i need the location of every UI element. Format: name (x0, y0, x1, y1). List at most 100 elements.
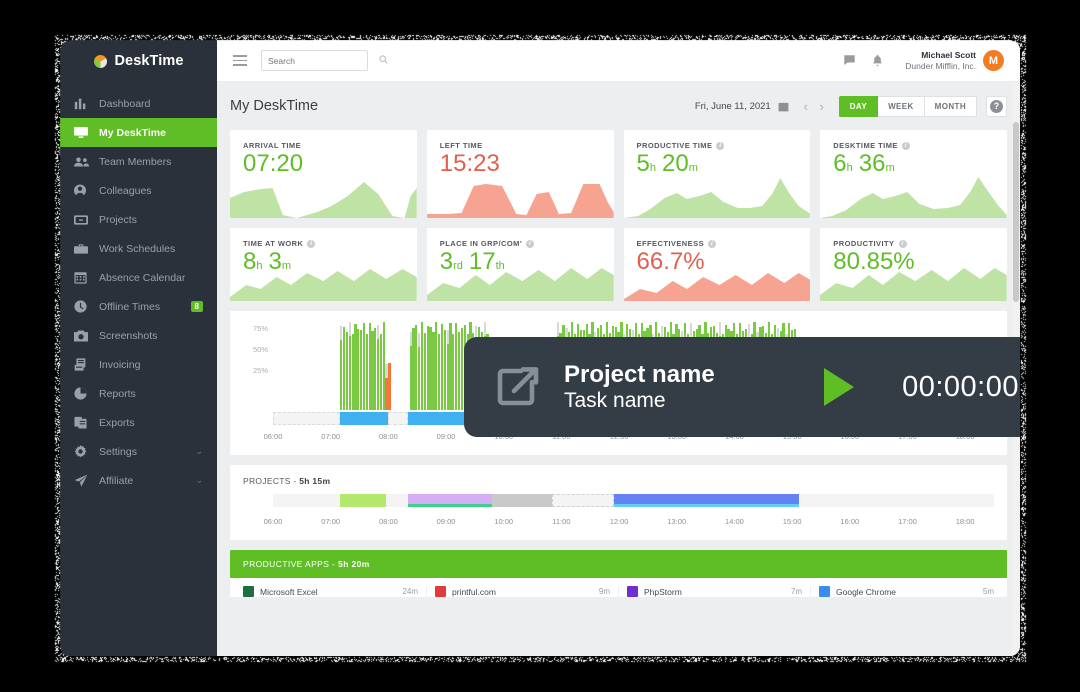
external-link-icon[interactable] (494, 363, 542, 411)
sidebar-item-colleagues[interactable]: Colleagues (60, 176, 217, 205)
sidebar-item-work-schedules[interactable]: Work Schedules (60, 234, 217, 263)
desktime-logo-icon (93, 54, 108, 69)
info-icon[interactable]: i (716, 142, 724, 150)
invoice-icon (74, 358, 91, 371)
chart-y-tick: 50% (253, 345, 268, 354)
bell-icon[interactable] (872, 54, 883, 67)
user-menu[interactable]: Michael Scott Dunder Mifflin, Inc. M (905, 50, 1004, 71)
app-item[interactable]: PhpStorm7m (619, 586, 811, 597)
projects-x-tick: 14:00 (725, 517, 744, 526)
project-segment-project-blue[interactable] (614, 494, 799, 507)
project-segment-none[interactable] (273, 494, 340, 507)
chart-y-tick: 25% (253, 366, 268, 375)
stat-label: PRODUCTIVE TIME (637, 141, 713, 150)
sidebar-item-affiliate[interactable]: Affiliate⌄ (60, 466, 217, 495)
info-icon[interactable]: i (526, 240, 534, 248)
info-icon[interactable]: i (902, 142, 910, 150)
sidebar-item-absence-calendar[interactable]: Absence Calendar (60, 263, 217, 292)
project-segment-project-green[interactable] (340, 494, 386, 507)
project-segment-project-grey[interactable] (492, 494, 552, 507)
info-icon[interactable]: i (307, 240, 315, 248)
sidebar-item-dashboard[interactable]: Dashboard (60, 89, 217, 118)
project-segment-none[interactable] (799, 494, 994, 507)
info-icon[interactable]: i (899, 240, 907, 248)
app-item[interactable]: Google Chrome5m (811, 586, 1002, 597)
stat-card-label-row: TIME AT WORK i (230, 228, 417, 248)
sidebar-item-exports[interactable]: Exports (60, 408, 217, 437)
sidebar-item-label: Offline Times (99, 301, 191, 313)
range-button-month[interactable]: MONTH (925, 96, 977, 117)
stat-card[interactable]: PRODUCTIVITYi80.85% (820, 228, 1007, 301)
projects-x-tick: 13:00 (667, 517, 686, 526)
range-button-day[interactable]: DAY (839, 96, 878, 117)
projects-x-tick: 08:00 (379, 517, 398, 526)
stat-card[interactable]: DESKTIME TIMEi6h36m (820, 130, 1007, 218)
chat-icon[interactable] (843, 54, 856, 67)
range-button-week[interactable]: WEEK (878, 96, 925, 117)
app-item[interactable]: printful.com9m (427, 586, 619, 597)
send-icon (74, 474, 91, 487)
project-segment-dashed[interactable] (552, 494, 614, 507)
stat-unit-1: h (650, 162, 656, 174)
stat-card[interactable]: EFFECTIVENESSi66.7% (624, 228, 811, 301)
projects-strip[interactable] (273, 494, 994, 510)
projects-x-tick: 15:00 (783, 517, 802, 526)
calendar-icon[interactable] (778, 101, 789, 112)
chart-bar (388, 363, 390, 410)
search-box[interactable] (261, 50, 368, 71)
stat-label: DESKTIME TIME (833, 141, 898, 150)
app-item[interactable]: Microsoft Excel24m (235, 586, 427, 597)
camera-icon (74, 330, 91, 342)
sidebar-item-projects[interactable]: Projects (60, 205, 217, 234)
app-icon (627, 586, 638, 597)
stat-label: PLACE IN GRP/COM' (440, 239, 522, 248)
sidebar-item-reports[interactable]: Reports (60, 379, 217, 408)
stat-value: 15:23 (440, 150, 500, 177)
stat-label: TIME AT WORK (243, 239, 303, 248)
stat-value: 66.7% (637, 248, 705, 275)
stat-card-value: 3rd17th (427, 248, 614, 274)
prev-day-button[interactable]: ‹ (798, 99, 814, 114)
sidebar-item-my-desktime[interactable]: My DeskTime (60, 118, 217, 147)
help-button[interactable]: ? (986, 96, 1007, 117)
stat-card[interactable]: PLACE IN GRP/COM' i3rd17th (427, 228, 614, 301)
timer-project-name: Project name (564, 361, 715, 389)
sidebar-item-invoicing[interactable]: Invoicing (60, 350, 217, 379)
app-window: DeskTime DashboardMy DeskTime Team Member… (60, 40, 1020, 656)
projects-x-tick: 10:00 (494, 517, 513, 526)
scrollbar-thumb[interactable] (1013, 122, 1019, 302)
timeline-segment-empty[interactable] (273, 412, 340, 425)
timer-widget[interactable]: Project name Task name 00:00:00 (464, 337, 1020, 437)
sidebar-item-offline-times[interactable]: Offline Times8 (60, 292, 217, 321)
gear-icon (74, 445, 91, 458)
stat-card-value: 07:20 (230, 150, 417, 176)
sidebar-item-screenshots[interactable]: Screenshots (60, 321, 217, 350)
sidebar-item-team-members[interactable]: Team Members (60, 147, 217, 176)
chevron-down-icon: ⌄ (195, 446, 203, 457)
stat-value-part-2: 3 (268, 248, 281, 275)
play-icon[interactable] (824, 368, 854, 406)
stat-card[interactable]: LEFT TIME15:23 (427, 130, 614, 218)
hamburger-menu-icon[interactable] (233, 55, 247, 66)
stat-card[interactable]: TIME AT WORKi8h3m (230, 228, 417, 301)
brand-logo-area[interactable]: DeskTime (60, 40, 217, 82)
stat-card[interactable]: ARRIVAL TIME07:20 (230, 130, 417, 218)
sidebar-item-settings[interactable]: Settings⌄ (60, 437, 217, 466)
info-icon[interactable]: i (708, 240, 716, 248)
productive-apps-panel: PRODUCTIVE APPS - 5h 20m Microsoft Excel… (230, 550, 1007, 597)
avatar[interactable]: M (983, 50, 1004, 71)
project-segment-none[interactable] (386, 494, 407, 507)
sidebar-item-label: Exports (99, 417, 203, 429)
stat-card[interactable]: PRODUCTIVE TIMEi5h20m (624, 130, 811, 218)
sidebar-item-label: Work Schedules (99, 243, 203, 255)
sidebar-item-label: Team Members (99, 156, 203, 168)
stat-label: ARRIVAL TIME (243, 141, 301, 150)
sparkline-chart (427, 172, 614, 218)
timeline-segment-online[interactable] (340, 412, 388, 425)
project-segment-project-purple[interactable] (408, 494, 493, 507)
search-input[interactable] (268, 56, 379, 66)
timeline-segment-empty[interactable] (388, 412, 407, 425)
next-day-button[interactable]: › (814, 99, 830, 114)
stat-cards-row-1: ARRIVAL TIME07:20LEFT TIME15:23PRODUCTIV… (230, 130, 1007, 218)
stat-value-part-1: 5 (637, 150, 650, 177)
